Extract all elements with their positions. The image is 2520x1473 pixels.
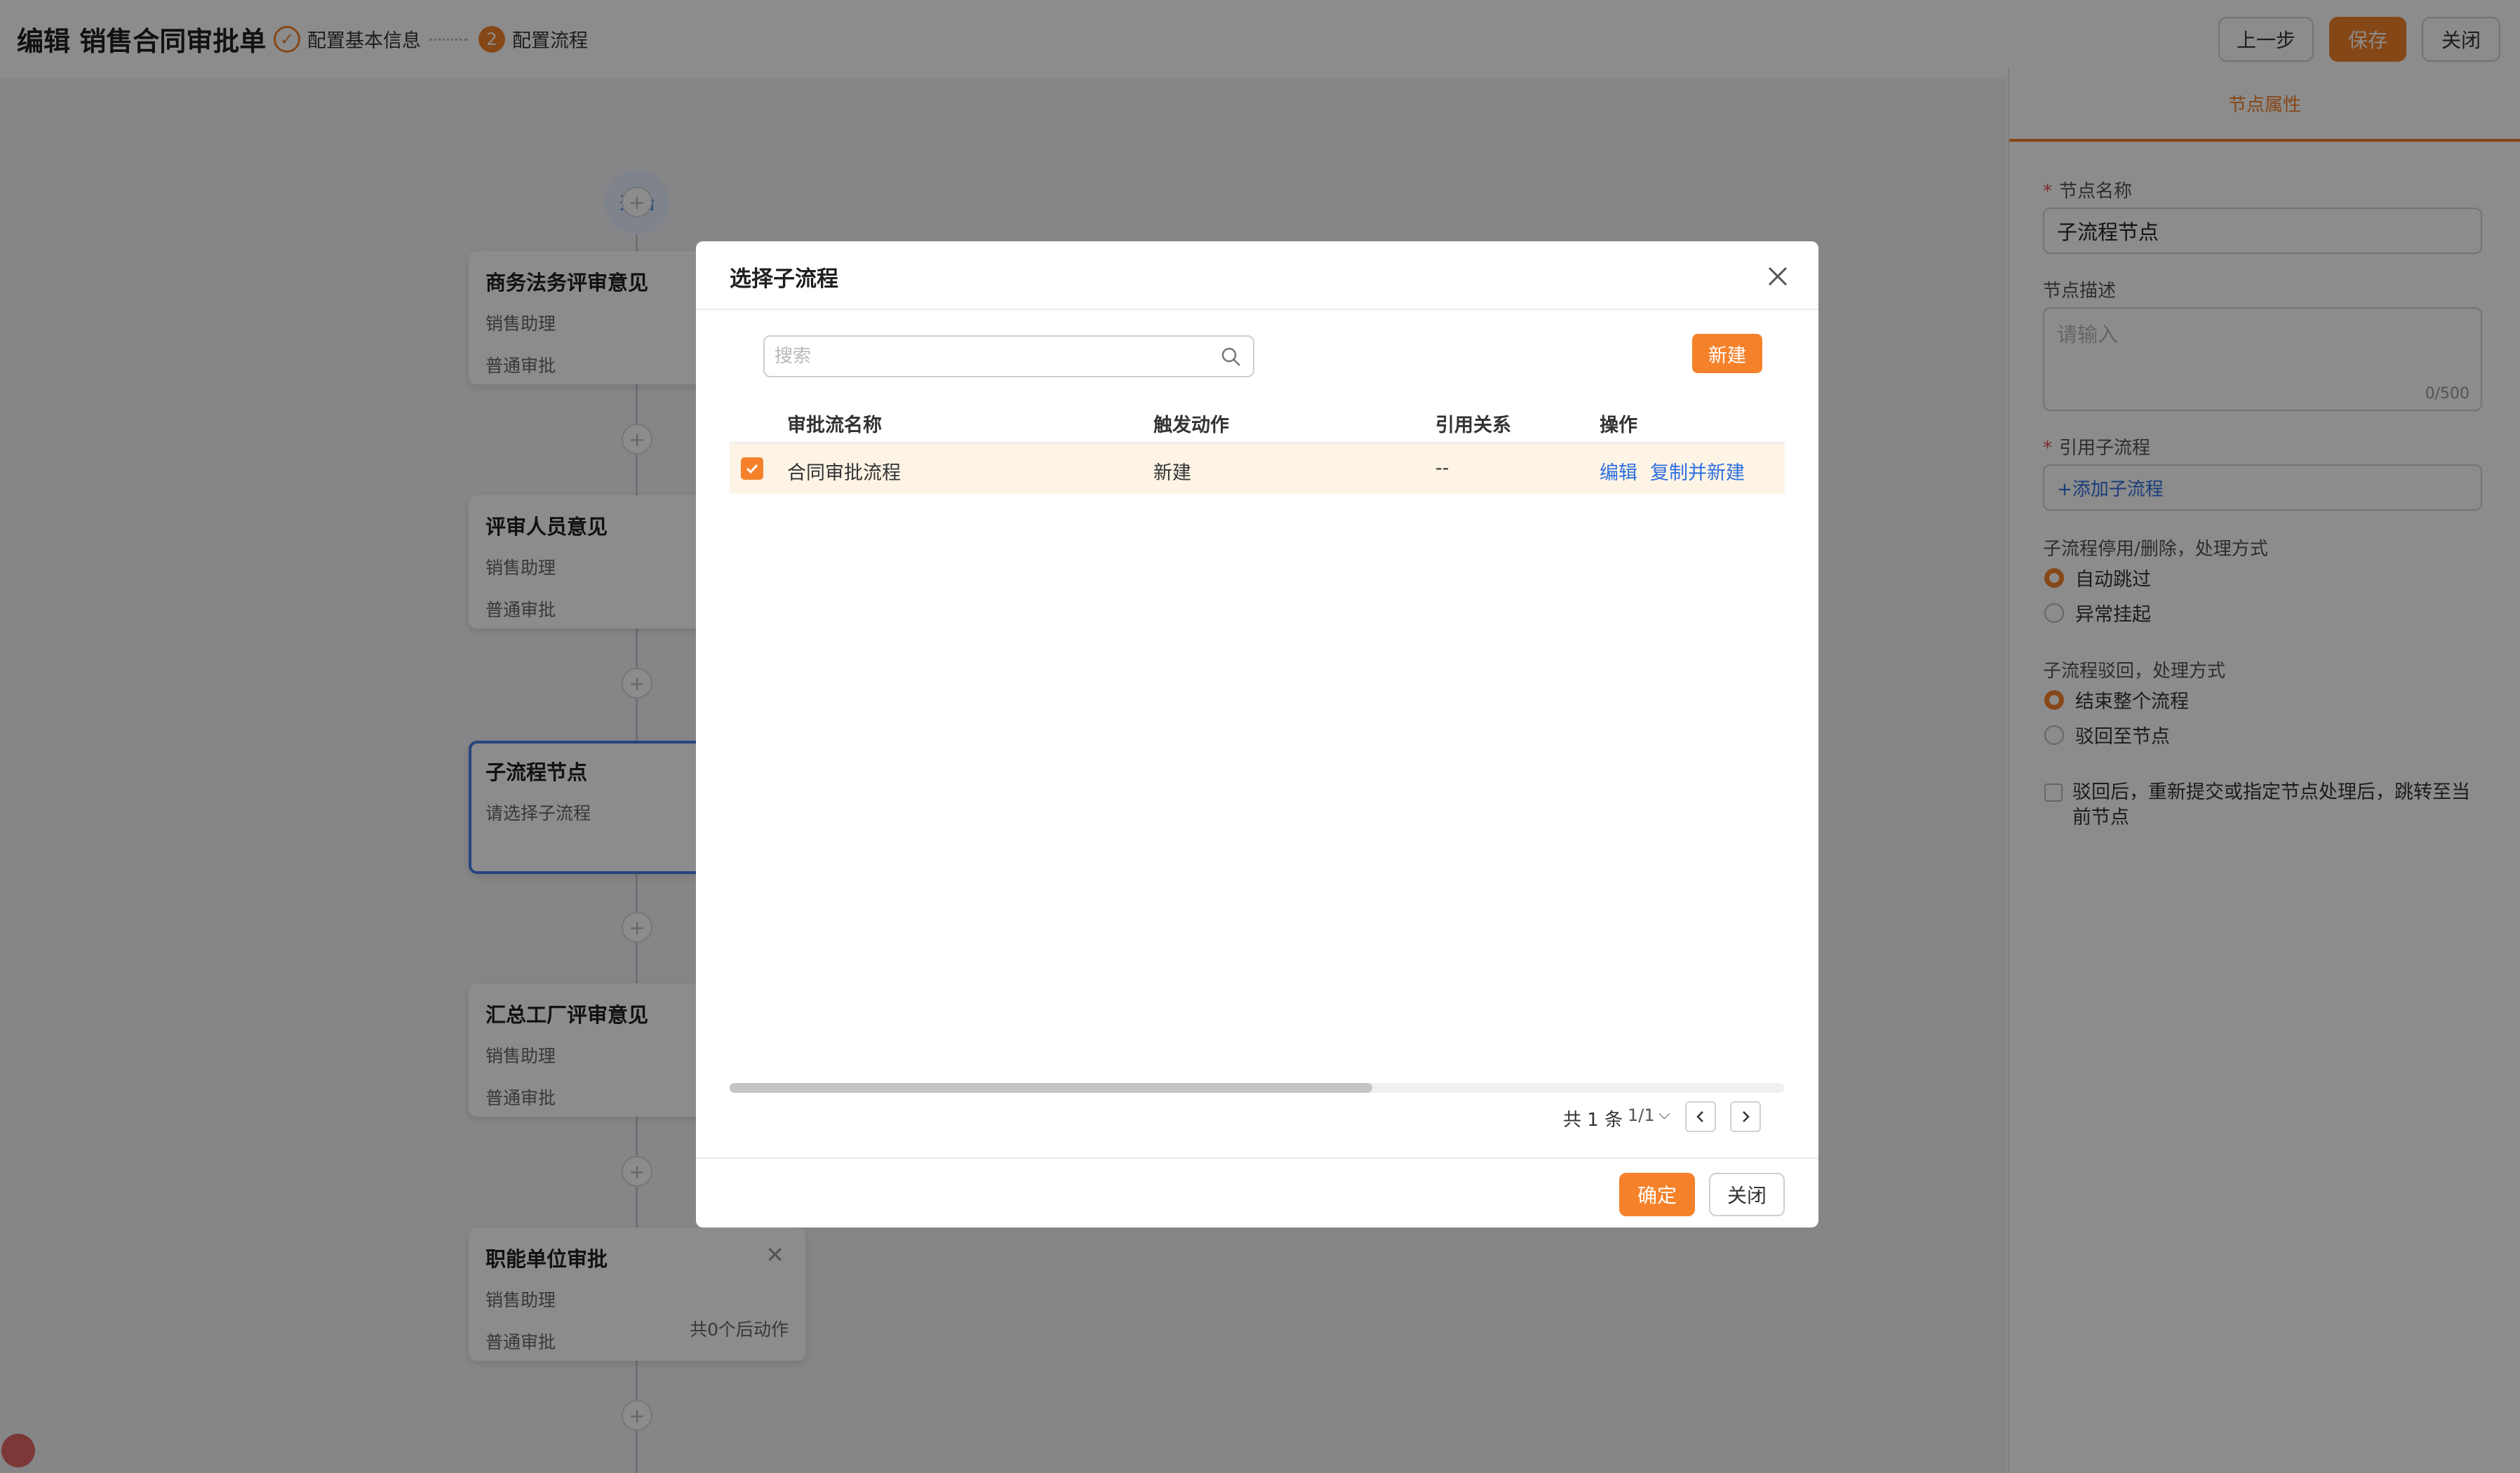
cell-relation: --	[1435, 457, 1449, 479]
edit-link[interactable]: 编辑	[1600, 457, 1637, 485]
search-box	[763, 335, 1254, 377]
new-subflow-button[interactable]: 新建	[1692, 334, 1762, 373]
table-row[interactable]: 合同审批流程 新建 -- 编辑 复制并新建	[730, 443, 1785, 494]
dialog-header: 选择子流程	[696, 241, 1818, 310]
col-header[interactable]: 审批流名称	[787, 410, 882, 437]
horizontal-scrollbar[interactable]	[730, 1083, 1785, 1093]
col-header[interactable]: 触发动作	[1153, 410, 1229, 437]
page-select[interactable]: 1/1	[1628, 1105, 1655, 1125]
search-icon[interactable]	[1219, 345, 1243, 369]
pager-total: 共 1 条	[1563, 1110, 1623, 1131]
next-page-button[interactable]	[1730, 1101, 1761, 1132]
cell-name: 合同审批流程	[787, 462, 901, 484]
copy-and-new-link[interactable]: 复制并新建	[1650, 457, 1745, 485]
cancel-button[interactable]: 关闭	[1709, 1173, 1785, 1216]
chevron-right-icon	[1743, 1111, 1750, 1122]
close-icon[interactable]	[1764, 262, 1792, 290]
dialog-title: 选择子流程	[730, 267, 838, 292]
cell-action: 新建	[1153, 462, 1191, 484]
checkmark-icon	[746, 464, 758, 474]
chevron-left-icon	[1696, 1111, 1703, 1122]
row-checkbox[interactable]	[741, 457, 763, 480]
col-header[interactable]: 引用关系	[1435, 410, 1511, 437]
confirm-button[interactable]: 确定	[1619, 1173, 1695, 1216]
chevron-down-icon[interactable]: ⌵	[1658, 1105, 1670, 1123]
select-subflow-dialog: 选择子流程 新建 审批流名称 触发动作 引用关系 操作 合同审批流程 新建 --…	[696, 241, 1818, 1228]
dialog-footer: 确定 关闭	[696, 1157, 1818, 1228]
prev-page-button[interactable]	[1685, 1101, 1716, 1132]
search-input[interactable]	[775, 342, 1202, 370]
table-header: 审批流名称 触发动作 引用关系 操作	[730, 398, 1785, 443]
col-header: 操作	[1600, 415, 1637, 436]
scrollbar-thumb[interactable]	[730, 1083, 1372, 1093]
